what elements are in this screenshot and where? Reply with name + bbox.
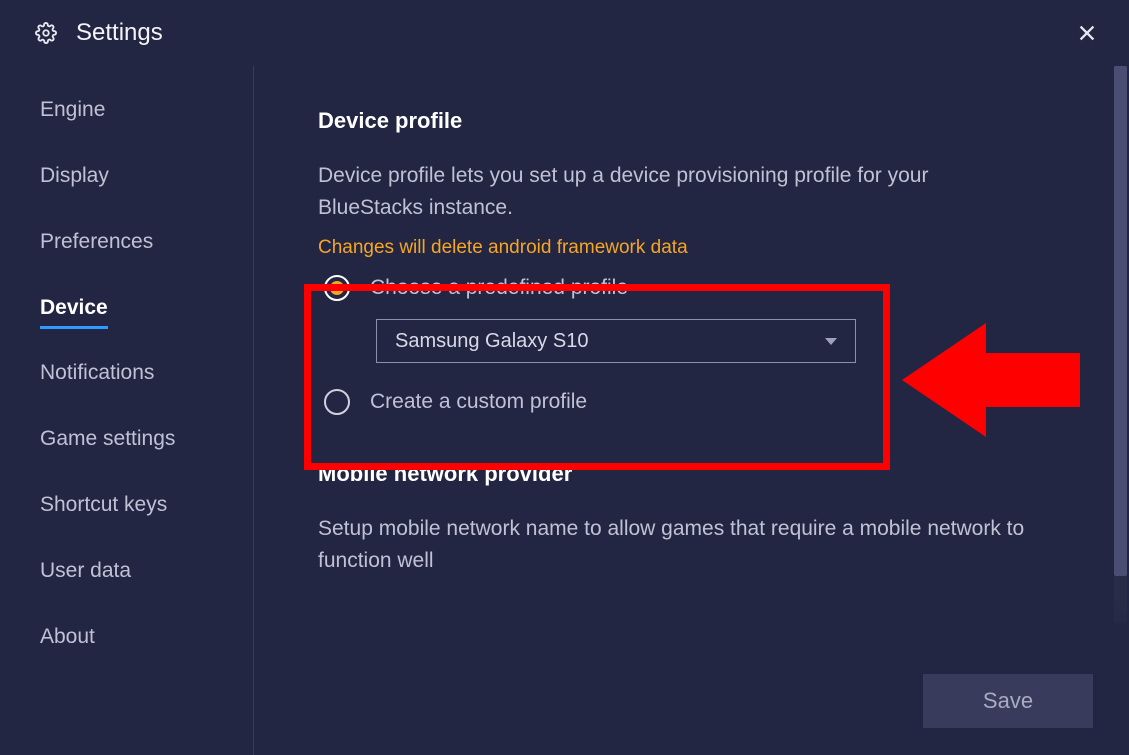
settings-content: Device profile Device profile lets you s…: [254, 66, 1129, 626]
sidebar-item-engine[interactable]: Engine: [40, 86, 105, 132]
device-profile-dropdown-value: Samsung Galaxy S10: [395, 330, 588, 353]
device-profile-dropdown[interactable]: Samsung Galaxy S10: [376, 319, 856, 363]
window-header: Settings: [0, 0, 1129, 66]
predefined-profile-label: Choose a predefined profile: [370, 276, 628, 300]
custom-profile-radio[interactable]: Create a custom profile: [324, 389, 1069, 415]
device-profile-description: Device profile lets you set up a device …: [318, 160, 1038, 223]
network-provider-title: Mobile network provider: [318, 461, 1069, 487]
footer-bar: Save: [254, 647, 1129, 755]
close-button[interactable]: [1073, 19, 1101, 47]
sidebar-item-preferences[interactable]: Preferences: [40, 218, 153, 264]
sidebar-item-device[interactable]: Device: [40, 284, 108, 329]
save-button[interactable]: Save: [923, 674, 1093, 728]
radio-icon: [324, 275, 350, 301]
scrollbar-thumb[interactable]: [1114, 66, 1127, 576]
device-profile-warning: Changes will delete android framework da…: [318, 237, 1069, 259]
sidebar-item-game-settings[interactable]: Game settings: [40, 415, 175, 461]
sidebar-item-display[interactable]: Display: [40, 152, 109, 198]
save-button-label: Save: [983, 688, 1033, 714]
sidebar-item-shortcut-keys[interactable]: Shortcut keys: [40, 481, 167, 527]
sidebar-item-about[interactable]: About: [40, 613, 95, 659]
device-profile-title: Device profile: [318, 108, 1069, 134]
network-provider-description: Setup mobile network name to allow games…: [318, 513, 1038, 576]
predefined-profile-radio[interactable]: Choose a predefined profile: [324, 275, 1069, 301]
sidebar-item-notifications[interactable]: Notifications: [40, 349, 154, 395]
gear-icon: [34, 21, 58, 45]
close-icon: [1076, 22, 1098, 44]
settings-sidebar: Engine Display Preferences Device Notifi…: [0, 66, 254, 755]
radio-icon: [324, 389, 350, 415]
window-title: Settings: [76, 19, 163, 47]
sidebar-item-user-data[interactable]: User data: [40, 547, 131, 593]
chevron-down-icon: [825, 338, 837, 345]
custom-profile-label: Create a custom profile: [370, 390, 587, 414]
